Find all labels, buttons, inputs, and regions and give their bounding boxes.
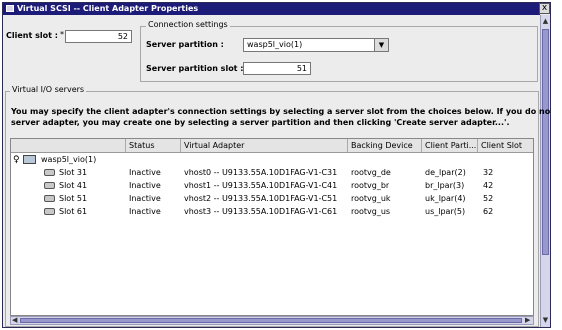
slot-name: Slot 31 [59, 168, 88, 177]
scroll-up-icon[interactable]: ▲ [541, 16, 550, 26]
client-slot-input[interactable]: 52 [65, 30, 132, 43]
client-slot-label: Client slot : [6, 31, 58, 40]
status-cell: Inactive [129, 181, 161, 190]
horizontal-scroll-thumb[interactable] [20, 318, 522, 323]
slot-icon [44, 195, 55, 202]
window-title: Virtual SCSI -- Client Adapter Propertie… [17, 4, 199, 13]
client-partition-cell: br_lpar(3) [425, 181, 465, 190]
slot-icon [44, 182, 55, 189]
server-slots-table: Status Virtual Adapter Backing Device Cl… [10, 138, 534, 316]
status-column-header[interactable]: Status [126, 139, 181, 152]
server-partition-label: Server partition : [146, 40, 224, 49]
connection-settings-group [140, 26, 538, 82]
client-adapter-properties-window: Virtual SCSI -- Client Adapter Propertie… [2, 2, 551, 328]
server-partition-slot-label: Server partition slot : [146, 64, 244, 73]
tree-root-label: wasp5l_vio(1) [41, 155, 97, 164]
backing-device-column-header[interactable]: Backing Device [348, 139, 422, 152]
virtual-io-servers-legend: Virtual I/O servers [10, 85, 87, 94]
backing-device-cell: rootvg_de [351, 168, 391, 177]
scroll-thumb[interactable] [542, 29, 549, 255]
status-cell: Inactive [129, 207, 161, 216]
instructions-line-1: You may specify the client adapter's con… [11, 107, 551, 116]
slot-icon [44, 169, 55, 176]
window-icon [6, 5, 14, 12]
backing-device-cell: rootvg_uk [351, 194, 391, 203]
adapter-cell: vhost2 -- U9133.55A.10D1FAG-V1-C51 [184, 194, 338, 203]
table-row[interactable]: Slot 41 Inactive vhost1 -- U9133.55A.10D… [11, 180, 533, 192]
client-partition-column-header[interactable]: Client Parti... [422, 139, 478, 152]
status-cell: Inactive [129, 168, 161, 177]
close-button[interactable]: x [539, 3, 550, 14]
status-cell: Inactive [129, 194, 161, 203]
chevron-down-icon[interactable]: ▼ [374, 39, 388, 51]
scroll-right-icon[interactable]: ▶ [525, 316, 530, 324]
client-slot-column-header[interactable]: Client Slot [478, 139, 533, 152]
client-partition-cell: us_lpar(5) [425, 207, 466, 216]
backing-device-cell: rootvg_br [351, 181, 390, 190]
table-header: Status Virtual Adapter Backing Device Cl… [11, 139, 533, 153]
client-partition-cell: de_lpar(2) [425, 168, 466, 177]
client-slot-cell: 32 [483, 168, 494, 177]
title-bar[interactable]: Virtual SCSI -- Client Adapter Propertie… [3, 3, 540, 15]
table-row[interactable]: Slot 51 Inactive vhost2 -- U9133.55A.10D… [11, 193, 533, 205]
tree-toggle-icon[interactable]: ♀ [13, 154, 20, 166]
slot-icon [44, 208, 55, 215]
slot-name: Slot 51 [59, 194, 88, 203]
adapter-cell: vhost1 -- U9133.55A.10D1FAG-V1-C41 [184, 181, 338, 190]
client-partition-cell: uk_lpar(4) [425, 194, 466, 203]
server-partition-select[interactable]: wasp5l_vio(1) ▼ [243, 38, 389, 52]
server-partition-value: wasp5l_vio(1) [247, 40, 303, 49]
tree-root-row[interactable]: ♀ wasp5l_vio(1) [11, 154, 533, 166]
scroll-left-icon[interactable]: ◀ [12, 316, 17, 324]
instructions-line-2: server adapter, you may create one by se… [11, 118, 510, 127]
adapter-cell: vhost0 -- U9133.55A.10D1FAG-V1-C31 [184, 168, 338, 177]
virtual-adapter-column-header[interactable]: Virtual Adapter [181, 139, 348, 152]
server-partition-slot-input[interactable]: 51 [243, 62, 311, 75]
client-slot-cell: 62 [483, 207, 494, 216]
scroll-down-icon[interactable]: ▼ [541, 315, 550, 325]
client-slot-cell: 42 [483, 181, 494, 190]
backing-device-cell: rootvg_us [351, 207, 391, 216]
server-icon [23, 155, 36, 164]
required-mark: * [60, 30, 64, 39]
client-slot-cell: 52 [483, 194, 494, 203]
table-row[interactable]: Slot 31 Inactive vhost0 -- U9133.55A.10D… [11, 167, 533, 179]
tree-column-header[interactable] [11, 139, 126, 152]
table-horizontal-scrollbar[interactable]: ◀ ▶ [10, 316, 534, 325]
slot-name: Slot 61 [59, 207, 88, 216]
adapter-cell: vhost3 -- U9133.55A.10D1FAG-V1-C61 [184, 207, 338, 216]
slot-name: Slot 41 [59, 181, 88, 190]
window-vertical-scrollbar[interactable]: ▲ ▼ [540, 15, 550, 327]
table-row[interactable]: Slot 61 Inactive vhost3 -- U9133.55A.10D… [11, 206, 533, 218]
connection-settings-legend: Connection settings [146, 20, 230, 29]
